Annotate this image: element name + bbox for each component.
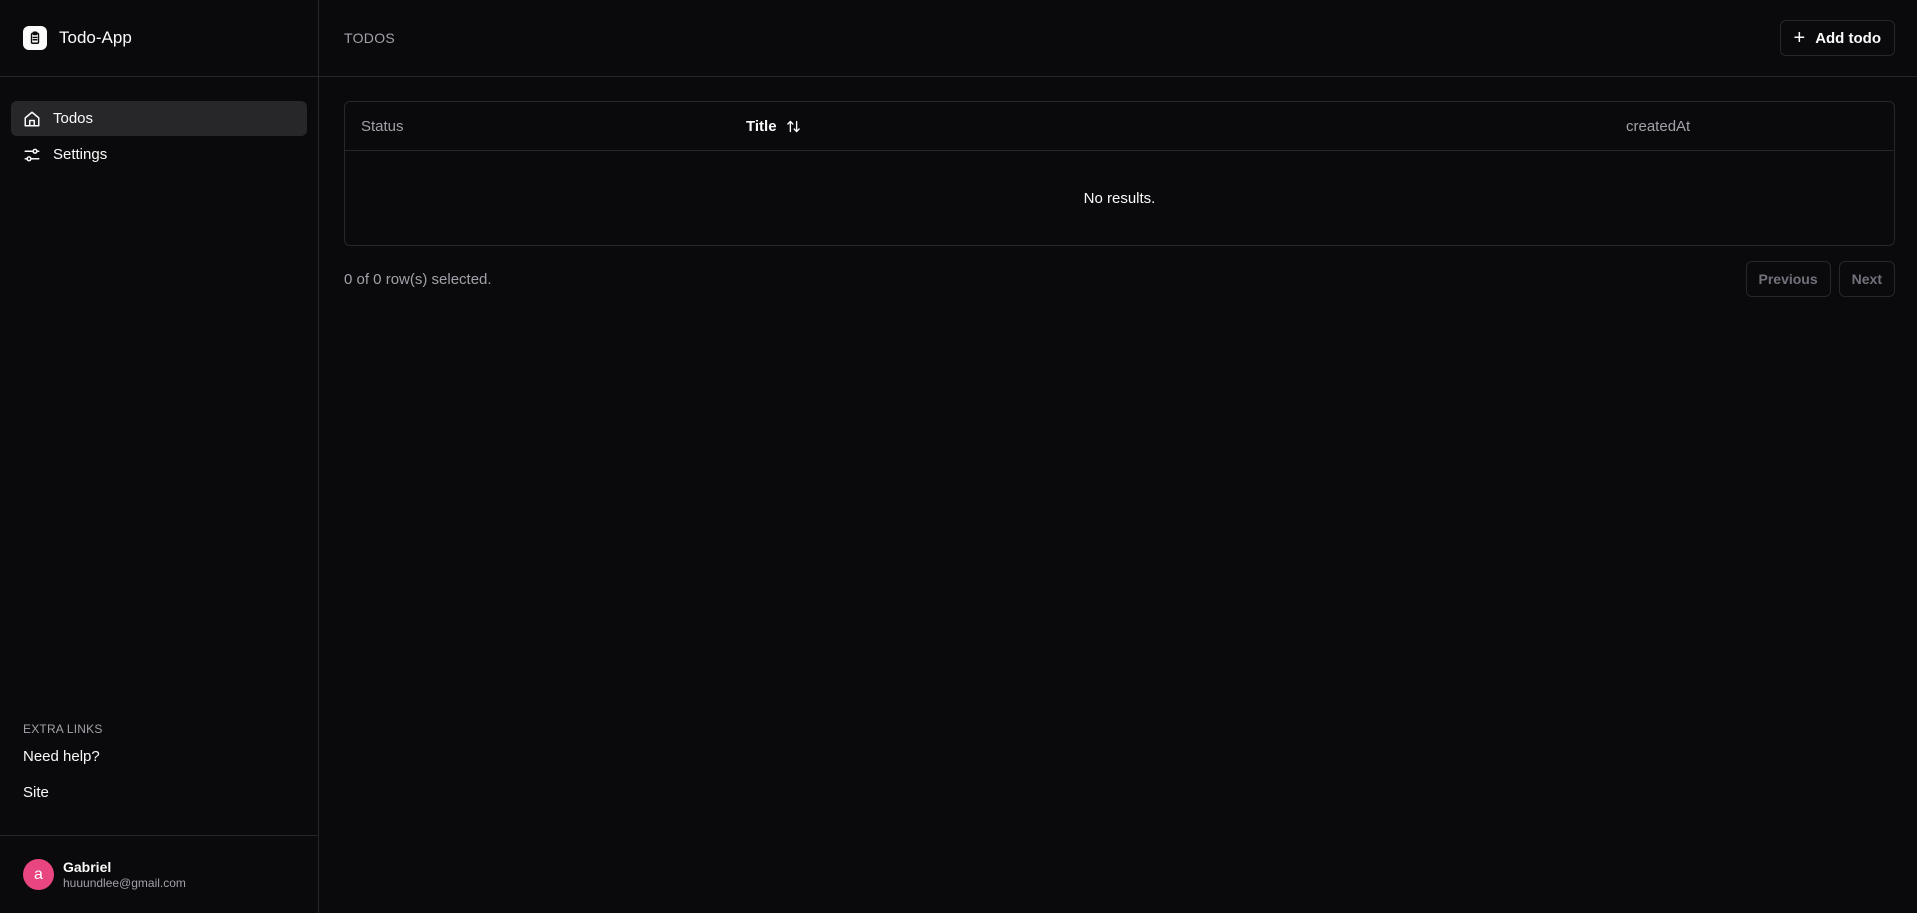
column-header-createdat: createdAt xyxy=(1626,117,1691,135)
clipboard-icon xyxy=(23,26,47,50)
sliders-icon xyxy=(23,146,41,164)
plus-icon: + xyxy=(1793,27,1806,49)
site-link[interactable]: Site xyxy=(23,782,103,818)
sort-icon[interactable] xyxy=(786,119,801,134)
add-todo-label: Add todo xyxy=(1815,29,1881,47)
sidebar: Todo-App Todos Settings EXTRA LINKS Need… xyxy=(0,0,319,913)
user-info: Gabriel huuundlee@gmail.com xyxy=(63,859,186,891)
avatar: a xyxy=(23,859,54,890)
sidebar-item-label: Todos xyxy=(53,110,94,127)
selection-status: 0 of 0 row(s) selected. xyxy=(344,270,492,288)
column-header-status: Status xyxy=(361,117,404,135)
previous-button[interactable]: Previous xyxy=(1745,261,1831,297)
sidebar-item-todos[interactable]: Todos xyxy=(11,101,307,136)
extra-links: EXTRA LINKS Need help? Site xyxy=(23,722,103,818)
todos-table: Status Title createdAt No results. xyxy=(344,101,1895,246)
user-name: Gabriel xyxy=(63,858,112,875)
table-header: Status Title createdAt xyxy=(345,102,1894,151)
breadcrumb: TODOS xyxy=(344,30,396,46)
need-help-link[interactable]: Need help? xyxy=(23,746,103,782)
add-todo-button[interactable]: + Add todo xyxy=(1779,20,1895,56)
app-root: Todo-App Todos Settings EXTRA LINKS Need… xyxy=(0,0,1917,913)
user-profile[interactable]: a Gabriel huuundlee@gmail.com xyxy=(0,835,318,913)
pagination: Previous Next xyxy=(1745,261,1895,297)
sidebar-item-settings[interactable]: Settings xyxy=(11,137,307,172)
content: Status Title createdAt No results. 0 of … xyxy=(319,77,1917,297)
column-header-title-label: Title xyxy=(746,117,777,135)
home-icon xyxy=(23,110,41,128)
sidebar-header: Todo-App xyxy=(0,0,318,77)
user-email: huuundlee@gmail.com xyxy=(63,875,186,890)
main-area: TODOS + Add todo Status Title createdAt … xyxy=(319,0,1917,913)
extra-links-title: EXTRA LINKS xyxy=(23,722,103,736)
topbar: TODOS + Add todo xyxy=(319,0,1917,77)
sidebar-item-label: Settings xyxy=(53,146,108,163)
table-footer: 0 of 0 row(s) selected. Previous Next xyxy=(344,261,1895,297)
column-header-title[interactable]: Title xyxy=(746,118,1626,135)
sidebar-nav: Todos Settings xyxy=(0,77,318,173)
app-title: Todo-App xyxy=(59,28,132,47)
next-button[interactable]: Next xyxy=(1838,261,1895,297)
empty-state: No results. xyxy=(1083,189,1156,207)
